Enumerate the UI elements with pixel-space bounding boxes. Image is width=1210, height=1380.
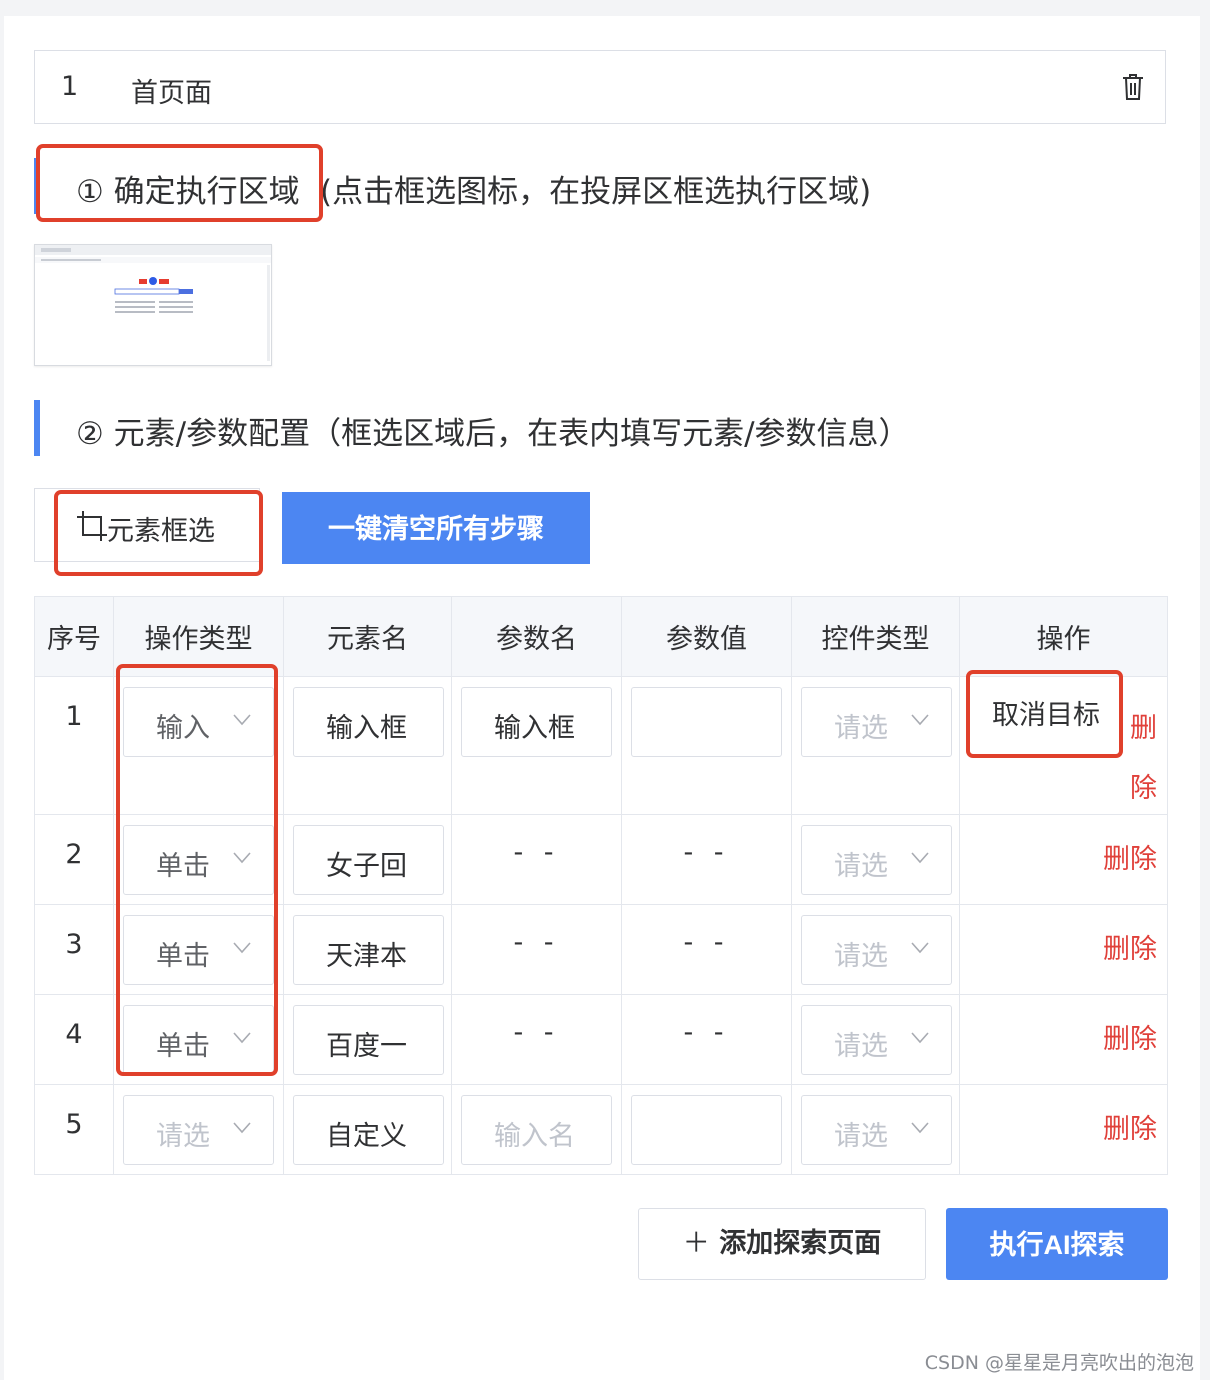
highlight-box <box>116 664 278 1076</box>
row-number: 3 <box>65 929 83 960</box>
plus-icon: ＋ <box>682 1228 710 1259</box>
chevron-down-icon <box>911 1122 929 1134</box>
select-placeholder: 请选 <box>156 1121 210 1152</box>
param-name-input[interactable]: 输入框 <box>461 687 612 757</box>
screenshot-thumbnail[interactable] <box>34 244 272 366</box>
table-row: 5 请选 自定义 输入名 请选 删除 <box>34 1084 1168 1175</box>
select-placeholder: 请选 <box>834 1121 888 1152</box>
thumbnail-image <box>35 245 271 361</box>
highlight-box <box>54 490 263 576</box>
element-name-input[interactable]: 输入框 <box>293 687 444 757</box>
element-name-input[interactable]: 天津本 <box>293 915 444 985</box>
page-row: 1 首页面 <box>34 50 1166 124</box>
col-header: 元素名 <box>283 596 452 677</box>
chevron-down-icon <box>911 942 929 954</box>
control-type-select[interactable]: 请选 <box>801 1005 952 1075</box>
highlight-box <box>966 670 1123 758</box>
page-name: 首页面 <box>131 78 212 109</box>
col-header: 参数值 <box>621 596 792 677</box>
control-type-select[interactable]: 请选 <box>801 687 952 757</box>
control-type-select[interactable]: 请选 <box>801 825 952 895</box>
input-value: 输入框 <box>326 713 407 744</box>
delete-link[interactable]: 删除 <box>1130 699 1160 819</box>
select-placeholder: 请选 <box>834 941 888 972</box>
delete-link[interactable]: 删除 <box>1103 1107 1157 1146</box>
input-value: 输入框 <box>494 713 575 744</box>
empty-cell: - - <box>683 1017 730 1048</box>
watermark: CSDN @星星是月亮吹出的泡泡 <box>924 1352 1194 1374</box>
select-placeholder: 请选 <box>834 851 888 882</box>
empty-cell: - - <box>513 837 560 868</box>
input-value: 女子回 <box>326 851 407 882</box>
element-name-input[interactable]: 百度一 <box>293 1005 444 1075</box>
select-placeholder: 请选 <box>834 713 888 744</box>
row-number: 4 <box>65 1019 83 1050</box>
chevron-down-icon <box>233 1122 251 1134</box>
param-name-input[interactable]: 输入名 <box>461 1095 612 1165</box>
row-number: 2 <box>65 839 83 870</box>
chevron-down-icon <box>911 1032 929 1044</box>
col-header: 控件类型 <box>791 596 960 677</box>
empty-cell: - - <box>683 927 730 958</box>
empty-cell: - - <box>513 1017 560 1048</box>
chevron-down-icon <box>911 852 929 864</box>
highlight-box <box>36 144 323 222</box>
clear-steps-button[interactable]: 一键清空所有步骤 <box>282 492 590 564</box>
row-number: 1 <box>65 701 83 732</box>
row-number: 5 <box>65 1109 83 1140</box>
col-header: 序号 <box>34 596 114 677</box>
input-placeholder: 输入名 <box>494 1121 575 1152</box>
col-header: 操作 <box>959 596 1168 677</box>
input-value: 自定义 <box>326 1121 407 1152</box>
input-value: 百度一 <box>326 1031 407 1062</box>
section-bar <box>34 400 40 456</box>
add-page-label: 添加探索页面 <box>719 1228 882 1259</box>
element-name-input[interactable]: 女子回 <box>293 825 444 895</box>
empty-cell: - - <box>683 837 730 868</box>
step-marker-2: ② <box>76 416 104 452</box>
trash-icon[interactable] <box>1121 73 1145 101</box>
operation-type-select[interactable]: 请选 <box>123 1095 274 1165</box>
control-type-select[interactable]: 请选 <box>801 915 952 985</box>
section-title: 元素/参数配置（框选区域后，在表内填写元素/参数信息） <box>113 416 910 452</box>
param-value-input[interactable] <box>631 687 782 757</box>
page-index: 1 <box>61 71 79 102</box>
delete-link[interactable]: 删除 <box>1103 837 1157 876</box>
param-value-input[interactable] <box>631 1095 782 1165</box>
control-type-select[interactable]: 请选 <box>801 1095 952 1165</box>
element-name-input[interactable]: 自定义 <box>293 1095 444 1165</box>
select-placeholder: 请选 <box>834 1031 888 1062</box>
run-ai-explore-button[interactable]: 执行AI探索 <box>946 1208 1168 1280</box>
delete-link[interactable]: 删除 <box>1103 927 1157 966</box>
delete-link[interactable]: 删除 <box>1103 1017 1157 1056</box>
chevron-down-icon <box>911 714 929 726</box>
section-hint: (点击框选图标，在投屏区框选执行区域) <box>320 174 872 210</box>
add-page-button[interactable]: ＋ 添加探索页面 <box>638 1208 926 1280</box>
input-value: 天津本 <box>326 941 407 972</box>
col-header: 参数名 <box>451 596 622 677</box>
empty-cell: - - <box>513 927 560 958</box>
